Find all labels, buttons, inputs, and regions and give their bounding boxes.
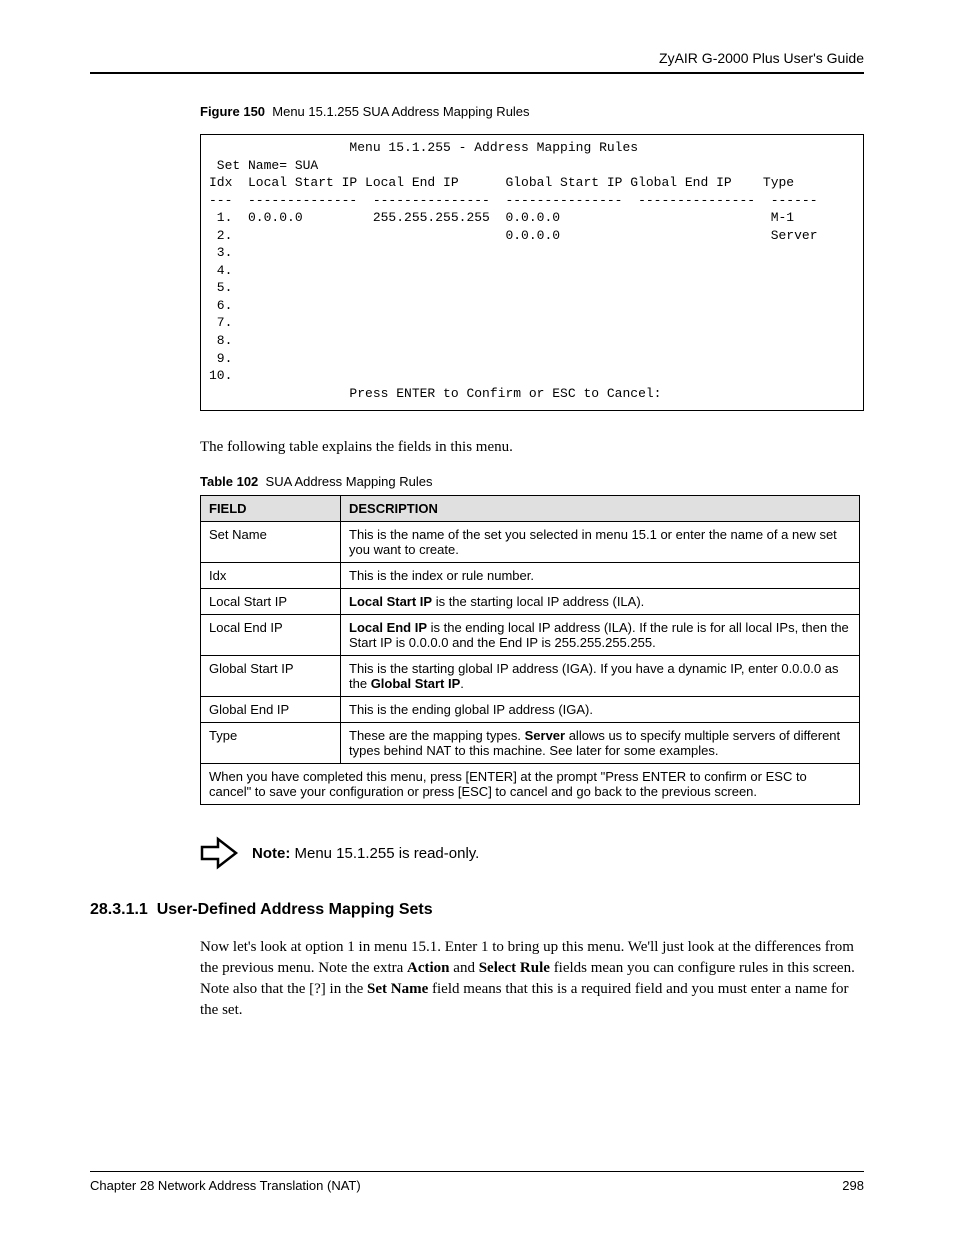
cell-footer: When you have completed this menu, press… xyxy=(201,764,860,805)
cell-field: Type xyxy=(201,723,341,764)
table-row: Global Start IPThis is the starting glob… xyxy=(201,656,860,697)
table-header-row: FIELD DESCRIPTION xyxy=(201,496,860,522)
header-rule xyxy=(90,72,864,74)
table-title: SUA Address Mapping Rules xyxy=(266,474,433,489)
figure-title: Menu 15.1.255 SUA Address Mapping Rules xyxy=(272,104,529,119)
section-heading: 28.3.1.1 User-Defined Address Mapping Se… xyxy=(90,901,864,919)
cell-desc: This is the name of the set you selected… xyxy=(341,522,860,563)
cell-desc: This is the ending global IP address (IG… xyxy=(341,697,860,723)
cell-field: Local End IP xyxy=(201,615,341,656)
table-row: IdxThis is the index or rule number. xyxy=(201,563,860,589)
data-table: FIELD DESCRIPTION Set NameThis is the na… xyxy=(200,495,860,805)
intro-text: The following table explains the fields … xyxy=(200,439,864,456)
th-field: FIELD xyxy=(201,496,341,522)
cell-field: Local Start IP xyxy=(201,589,341,615)
note-row: Note: Menu 15.1.255 is read-only. xyxy=(200,835,864,871)
footer: Chapter 28 Network Address Translation (… xyxy=(90,1171,864,1193)
footer-chapter: Chapter 28 Network Address Translation (… xyxy=(90,1178,361,1193)
cell-desc: Local Start IP is the starting local IP … xyxy=(341,589,860,615)
cell-field: Idx xyxy=(201,563,341,589)
footer-page: 298 xyxy=(842,1178,864,1193)
arrow-right-icon xyxy=(200,835,240,871)
terminal-box: Menu 15.1.255 - Address Mapping Rules Se… xyxy=(200,134,864,411)
cell-desc: These are the mapping types. Server allo… xyxy=(341,723,860,764)
page: ZyAIR G-2000 Plus User's Guide Figure 15… xyxy=(0,0,954,1235)
cell-field: Global End IP xyxy=(201,697,341,723)
body-paragraph: Now let's look at option 1 in menu 15.1.… xyxy=(200,937,864,1021)
table-row: TypeThese are the mapping types. Server … xyxy=(201,723,860,764)
cell-field: Set Name xyxy=(201,522,341,563)
figure-label: Figure 150 xyxy=(200,104,265,119)
cell-desc: Local End IP is the ending local IP addr… xyxy=(341,615,860,656)
cell-desc: This is the starting global IP address (… xyxy=(341,656,860,697)
section-number: 28.3.1.1 xyxy=(90,901,148,918)
table-row: Local End IPLocal End IP is the ending l… xyxy=(201,615,860,656)
table-caption: Table 102 SUA Address Mapping Rules xyxy=(200,474,864,489)
table-row: Set NameThis is the name of the set you … xyxy=(201,522,860,563)
table-row: Global End IPThis is the ending global I… xyxy=(201,697,860,723)
figure-caption: Figure 150 Menu 15.1.255 SUA Address Map… xyxy=(200,104,864,119)
note-text: Note: Menu 15.1.255 is read-only. xyxy=(252,845,479,862)
table-row: Local Start IPLocal Start IP is the star… xyxy=(201,589,860,615)
cell-desc: This is the index or rule number. xyxy=(341,563,860,589)
note-body: Menu 15.1.255 is read-only. xyxy=(290,845,479,862)
table-label: Table 102 xyxy=(200,474,258,489)
th-desc: DESCRIPTION xyxy=(341,496,860,522)
header-guide-title: ZyAIR G-2000 Plus User's Guide xyxy=(90,50,864,66)
cell-field: Global Start IP xyxy=(201,656,341,697)
note-label: Note: xyxy=(252,845,290,862)
footer-rule xyxy=(90,1171,864,1172)
section-title: User-Defined Address Mapping Sets xyxy=(157,901,433,918)
table-footer-row: When you have completed this menu, press… xyxy=(201,764,860,805)
